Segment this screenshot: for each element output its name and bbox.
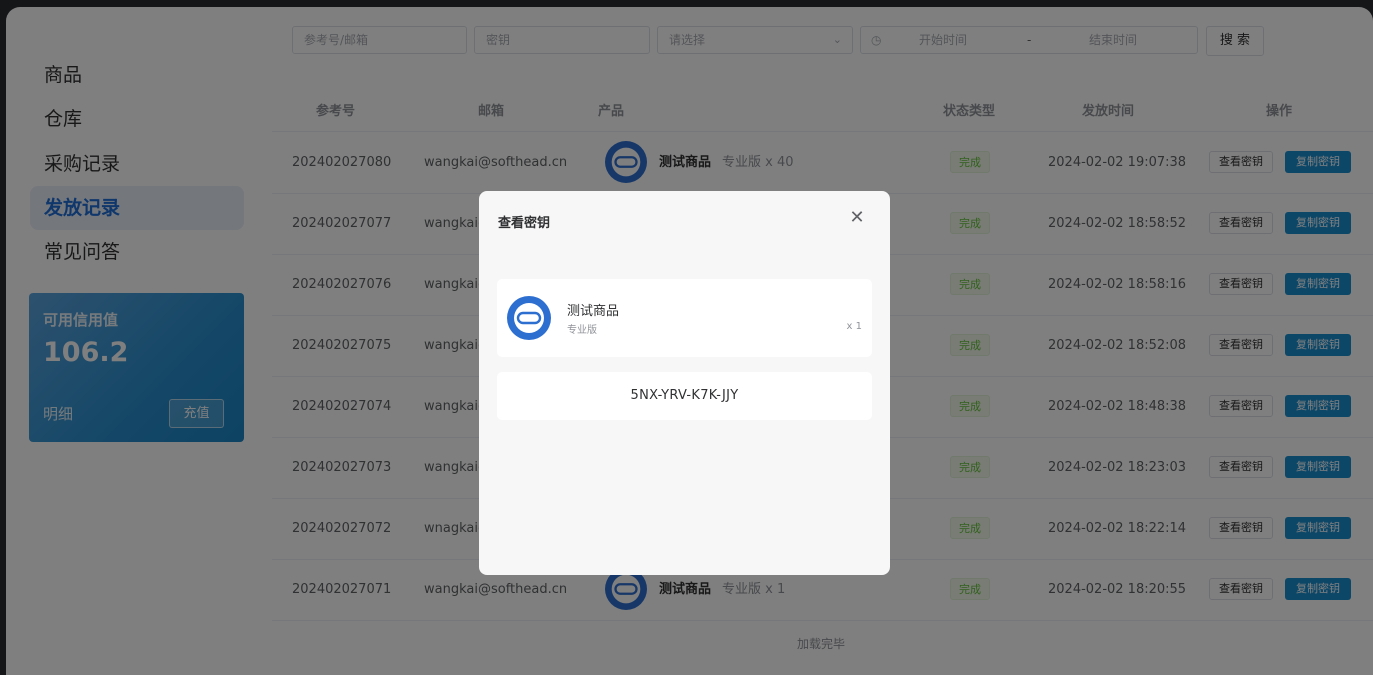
dialog-title: 查看密钥 — [498, 216, 551, 231]
dialog-product-qty: x 1 — [846, 321, 862, 332]
close-icon[interactable]: ✕ — [847, 208, 867, 228]
dialog-product-name: 测试商品 — [567, 304, 620, 319]
product-card: 测试商品 专业版 x 1 — [497, 279, 872, 357]
dialog-product-edition: 专业版 — [567, 325, 597, 336]
license-key-value[interactable]: 5NX-YRV-K7K-JJY — [497, 372, 872, 420]
view-key-dialog: 查看密钥 ✕ 测试商品 专业版 x 1 5NX-YRV-K7K-JJY — [479, 191, 890, 575]
product-logo-icon — [507, 296, 551, 340]
